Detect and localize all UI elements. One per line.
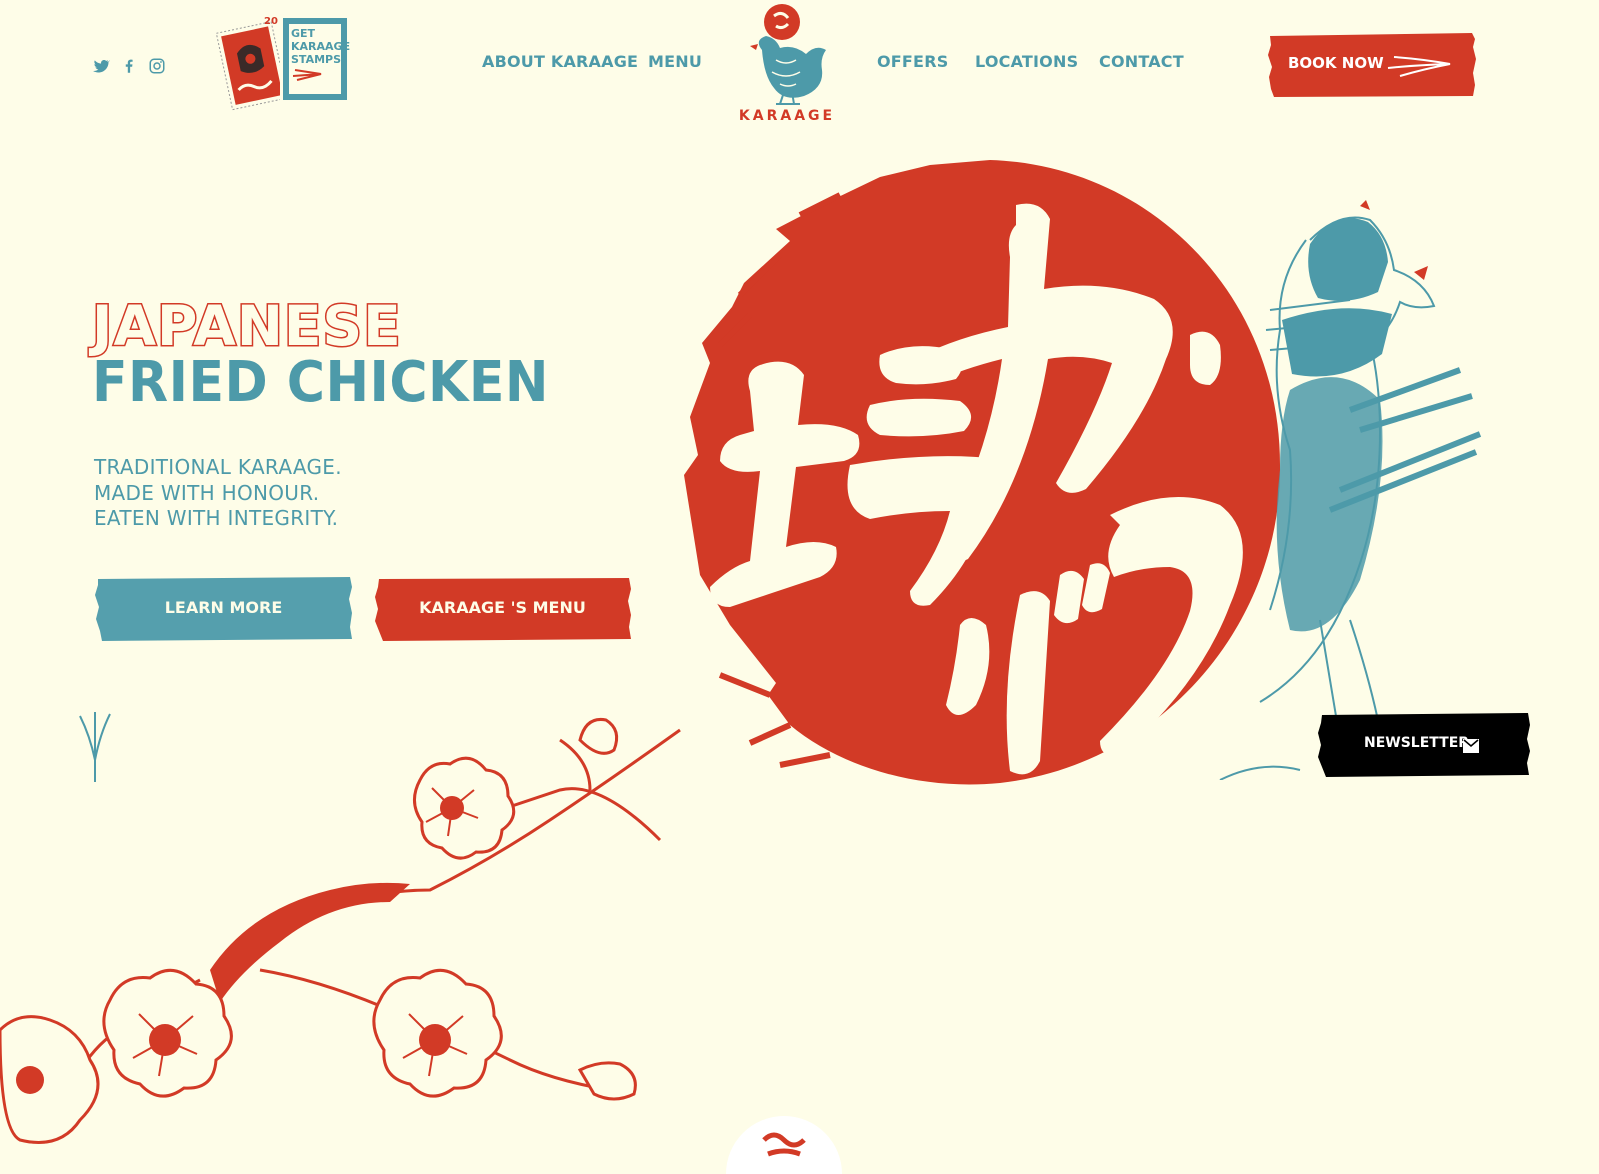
samurai-rooster-icon <box>1219 200 1482 780</box>
cherry-blossom-icon <box>0 717 681 1144</box>
karaage-menu-label: KARAAGE 'S MENU <box>419 598 586 617</box>
tagline-line-3: EATEN WITH INTEGRITY. <box>94 506 339 530</box>
facebook-icon[interactable] <box>120 57 138 75</box>
hero-title-top: JAPANESE <box>91 294 403 358</box>
instagram-icon[interactable] <box>148 57 166 75</box>
tagline-line-2: MADE WITH HONOUR. <box>94 480 320 505</box>
stamp-arrow-icon <box>292 69 322 81</box>
book-now-button[interactable]: BOOK NOW <box>1266 33 1476 97</box>
stamp-line-2: KARAAGE <box>291 40 351 53</box>
nav-menu[interactable]: MENU <box>648 52 702 71</box>
nav-offers[interactable]: OFFERS <box>877 52 948 71</box>
twitter-icon[interactable] <box>92 57 110 75</box>
karaage-menu-button[interactable]: KARAAGE 'S MENU <box>373 577 632 641</box>
nav-about-karaage[interactable]: ABOUT KARAAGE <box>482 52 638 71</box>
newsletter-button[interactable]: NEWSLETTER <box>1316 713 1530 777</box>
hero-title-bottom: FRIED CHICKEN <box>92 350 549 415</box>
nav-contact[interactable]: CONTACT <box>1099 52 1184 71</box>
karaage-logo[interactable]: KARAAGE <box>732 0 842 130</box>
social-links <box>92 57 166 75</box>
nav-locations[interactable]: LOCATIONS <box>975 52 1078 71</box>
hero-tagline: TRADITIONAL KARAAGE. MADE WITH HONOUR. E… <box>94 455 342 532</box>
learn-more-label: LEARN MORE <box>164 598 283 617</box>
stamp-line-1: GET <box>291 27 316 40</box>
karaage-calligraphy-icon <box>684 160 1281 785</box>
mail-icon <box>1463 739 1479 753</box>
arrow-icon <box>1387 56 1451 77</box>
learn-more-button[interactable]: LEARN MORE <box>94 577 353 641</box>
stamp-line-3: STAMPS! <box>291 53 347 66</box>
stamp-card: GET KARAAGE STAMPS! <box>283 18 351 100</box>
rooster-logo-icon <box>750 4 826 105</box>
tagline-line-1: TRADITIONAL KARAAGE. <box>94 455 342 479</box>
newsletter-label: NEWSLETTER <box>1364 735 1470 751</box>
logo-text: KARAAGE <box>738 108 836 124</box>
book-now-label: BOOK NOW <box>1288 54 1384 72</box>
stamp-badge-number: 20 <box>264 16 278 27</box>
footer-badge-icon <box>726 1116 842 1174</box>
stamps-promo[interactable]: 20 GET KARAAGE STAMPS! <box>216 16 356 112</box>
